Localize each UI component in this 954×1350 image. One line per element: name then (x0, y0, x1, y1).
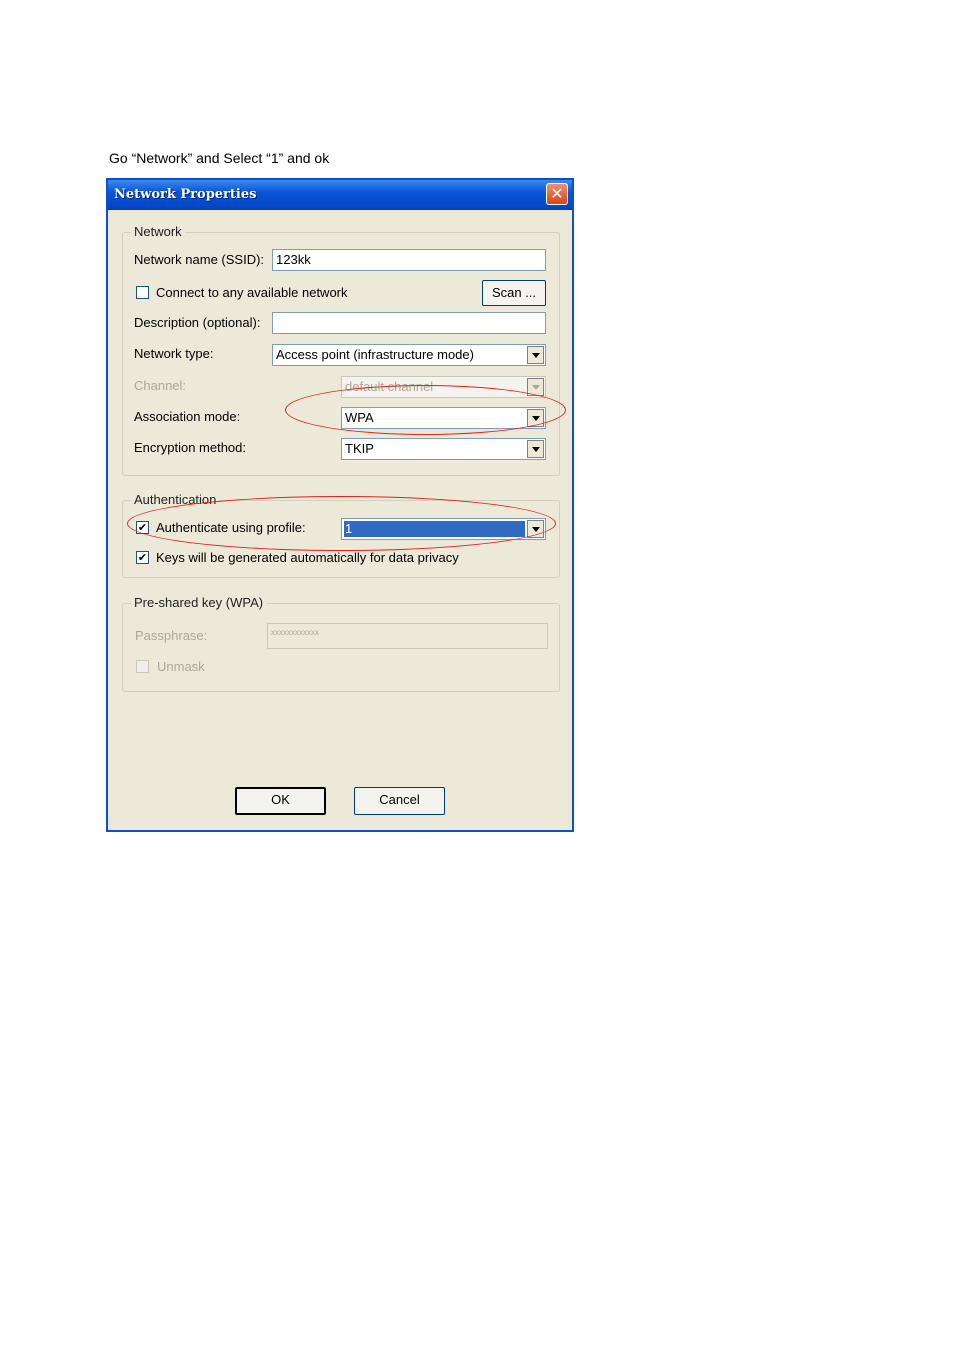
connect-any-checkbox[interactable] (136, 286, 149, 299)
encryption-method-label: Encryption method: (134, 440, 247, 455)
close-icon: ✕ (550, 184, 564, 203)
cancel-button[interactable]: Cancel (354, 787, 445, 815)
chevron-down-icon[interactable] (527, 440, 544, 458)
connect-any-label: Connect to any available network (156, 285, 348, 300)
network-type-select[interactable]: Access point (infrastructure mode) (272, 344, 546, 366)
passphrase-label: Passphrase: (135, 628, 208, 643)
network-type-label: Network type: (134, 346, 214, 361)
ssid-input[interactable]: 123kk (272, 249, 546, 271)
ssid-label: Network name (SSID): (134, 252, 265, 267)
annotation-ellipse-auth-profile (127, 496, 556, 551)
scan-button[interactable]: Scan ... (482, 280, 546, 306)
passphrase-input: xxxxxxxxxxxx (267, 623, 548, 649)
encryption-method-select[interactable]: TKIP (341, 438, 546, 460)
network-type-value: Access point (infrastructure mode) (276, 347, 474, 362)
chevron-down-icon[interactable] (527, 346, 544, 364)
annotation-ellipse-association (285, 385, 566, 435)
description-label: Description (optional): (134, 315, 261, 330)
association-mode-label: Association mode: (134, 409, 241, 424)
keys-auto-label: Keys will be generated automatically for… (156, 550, 459, 565)
description-input[interactable] (272, 312, 546, 334)
close-button[interactable]: ✕ (546, 183, 568, 205)
ok-button[interactable]: OK (235, 787, 326, 815)
unmask-checkbox (136, 660, 149, 673)
network-group-legend: Network (131, 224, 185, 239)
encryption-method-value: TKIP (345, 441, 374, 456)
psk-group-legend: Pre-shared key (WPA) (131, 595, 267, 610)
channel-label: Channel: (134, 378, 187, 393)
auth-profile-value: 1 (345, 521, 353, 536)
dialog-title: Network Properties (114, 187, 257, 202)
title-bar[interactable]: Network Properties ✕ (108, 180, 572, 210)
instruction-caption: Go “Network” and Select “1” and ok (109, 150, 330, 166)
keys-auto-checkbox[interactable]: ✔ (136, 551, 149, 564)
unmask-label: Unmask (157, 659, 205, 674)
